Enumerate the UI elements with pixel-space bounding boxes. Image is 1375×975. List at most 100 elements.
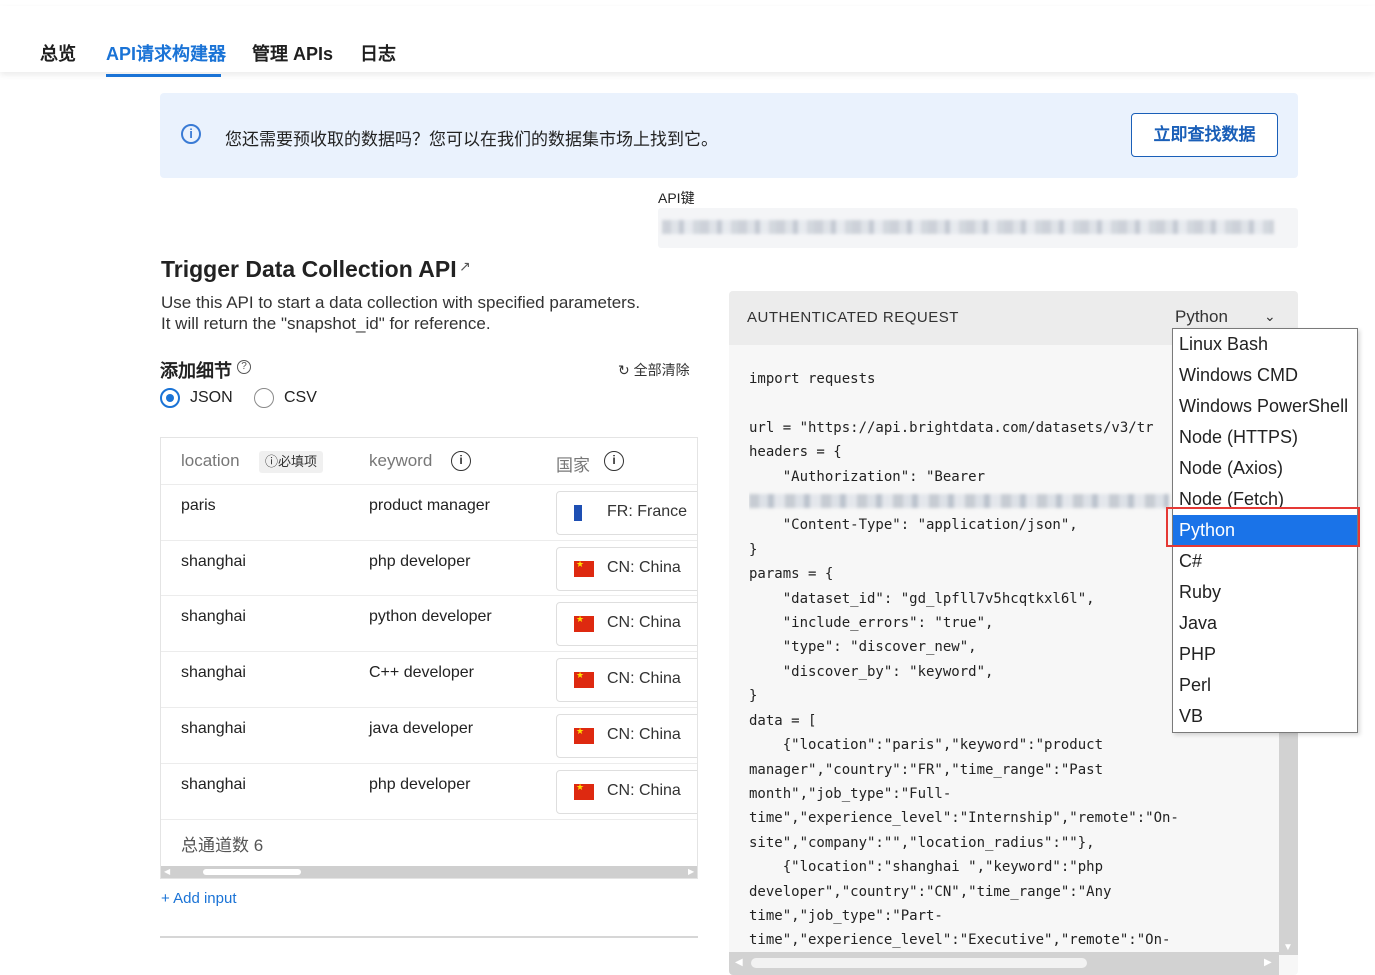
keyword-cell[interactable]: php developer (369, 553, 470, 571)
location-cell[interactable]: shanghai (181, 608, 246, 626)
code-line: manager","country":"FR","time_range":"Pa… (749, 761, 1104, 778)
country-value: FR: France (607, 503, 688, 520)
code-line: time","experience_level":"Executive","re… (749, 932, 1171, 949)
banner-message: 您还需要预收取的数据吗？您可以在我们的数据集市场上找到它。 (225, 130, 718, 149)
language-option-node-axios[interactable]: Node (Axios) (1173, 453, 1357, 484)
json-radio[interactable] (160, 388, 180, 408)
language-option-php[interactable]: PHP (1173, 639, 1357, 670)
code-line: "dataset_id": "gd_lpfll7v5hcqtkxl6l", (749, 590, 1095, 607)
input-table: location ⓘ必填项 keyword i 国家 i paris produ… (160, 437, 698, 879)
china-flag-icon (574, 726, 594, 744)
clear-all-button[interactable]: ↻ 全部清除 (618, 360, 690, 380)
scrollbar-thumb[interactable] (203, 869, 301, 875)
location-cell[interactable]: shanghai (181, 720, 246, 738)
code-line: "include_errors": "true", (749, 615, 994, 632)
china-flag-icon (574, 670, 594, 688)
china-flag-icon (574, 559, 594, 577)
country-value: CN: China (607, 614, 681, 631)
country-select[interactable]: CN: China (556, 658, 697, 702)
info-icon: i (181, 124, 201, 144)
clear-all-label: 全部清除 (633, 362, 690, 378)
tab-manage-apis[interactable]: 管理 APIs (252, 40, 333, 66)
language-option-csharp[interactable]: C# (1173, 546, 1357, 577)
keyword-cell[interactable]: product manager (369, 497, 490, 515)
china-flag-icon (574, 614, 594, 632)
country-select[interactable]: CN: China (556, 547, 697, 591)
tab-api-request-builder[interactable]: API请求构建器 (106, 40, 226, 66)
required-label: 必填项 (278, 454, 318, 469)
keyword-cell[interactable]: php developer (369, 776, 470, 794)
column-header-location: location (181, 451, 240, 470)
country-value: CN: China (607, 670, 681, 687)
table-row: paris product manager FR: France (161, 484, 697, 541)
add-input-button[interactable]: + Add input (161, 890, 236, 907)
keyword-cell[interactable]: C++ developer (369, 664, 474, 682)
description-line-1: Use this API to start a data collection … (161, 293, 641, 312)
location-cell[interactable]: shanghai (181, 664, 246, 682)
country-select[interactable]: CN: China (556, 714, 697, 758)
tab-overview[interactable]: 总览 (40, 40, 76, 66)
chevron-down-icon[interactable]: ⌄ (1264, 308, 1276, 325)
description-line-2: It will return the "snapshot_id" for ref… (161, 314, 491, 333)
scroll-right-icon[interactable]: ▶ (688, 866, 694, 878)
keyword-cell[interactable]: python developer (369, 608, 492, 626)
code-line: developer","country":"CN","time_range":"… (749, 883, 1112, 900)
help-icon[interactable]: ? (237, 360, 251, 374)
code-line: url = "https://api.brightdata.com/datase… (749, 419, 1154, 436)
language-option-windows-cmd[interactable]: Windows CMD (1173, 360, 1357, 391)
language-option-perl[interactable]: Perl (1173, 670, 1357, 701)
keyword-info-icon[interactable]: i (451, 451, 471, 471)
code-line: } (749, 688, 758, 705)
country-select[interactable]: CN: China (556, 602, 697, 646)
total-rows-count: 总通道数 6 (181, 836, 264, 855)
language-option-node-https[interactable]: Node (HTTPS) (1173, 422, 1357, 453)
scrollbar-thumb[interactable] (751, 958, 1087, 968)
tab-logs[interactable]: 日志 (360, 40, 396, 66)
france-flag-icon (574, 505, 594, 521)
code-line: month","job_type":"Full- (749, 785, 952, 802)
code-line: {"location":"shanghai ","keyword":"php (749, 859, 1104, 876)
code-line: "type": "discover_new", (749, 639, 977, 656)
api-key-field[interactable] (658, 208, 1298, 248)
api-key-label: API键 (658, 190, 695, 206)
external-link-icon[interactable]: ↗ (459, 258, 471, 275)
table-row: shanghai C++ developer CN: China (161, 651, 697, 708)
language-option-linux-bash[interactable]: Linux Bash (1173, 329, 1357, 360)
json-radio-label: JSON (190, 389, 233, 406)
country-select[interactable]: CN: China (556, 770, 697, 814)
find-data-button[interactable]: 立即查找数据 (1131, 113, 1278, 157)
code-line: data = [ (749, 712, 817, 729)
keyword-cell[interactable]: java developer (369, 720, 473, 738)
code-line: "discover_by": "keyword", (749, 663, 994, 680)
language-option-windows-powershell[interactable]: Windows PowerShell (1173, 391, 1357, 422)
scroll-down-icon[interactable]: ▼ (1283, 942, 1293, 953)
location-cell[interactable]: shanghai (181, 553, 246, 571)
code-horizontal-scrollbar[interactable]: ◀ ▶ (729, 952, 1279, 975)
column-header-country: 国家 (556, 456, 590, 475)
code-line: } (749, 541, 758, 558)
table-horizontal-scrollbar[interactable]: ◀ ▶ (161, 866, 697, 878)
table-row: shanghai python developer CN: China (161, 595, 697, 652)
language-select[interactable]: Python (1175, 307, 1228, 327)
authenticated-request-label: AUTHENTICATED REQUEST (747, 309, 959, 326)
selection-highlight-box (1166, 507, 1360, 547)
location-cell[interactable]: shanghai (181, 776, 246, 794)
country-select[interactable]: FR: France (556, 491, 697, 535)
active-tab-indicator (106, 74, 221, 77)
code-line: import requests (749, 371, 876, 387)
scroll-left-icon[interactable]: ◀ (735, 957, 743, 968)
country-value: CN: China (607, 782, 681, 799)
language-option-vb[interactable]: VB (1173, 701, 1357, 732)
location-cell[interactable]: paris (181, 497, 216, 515)
language-option-java[interactable]: Java (1173, 608, 1357, 639)
country-info-icon[interactable]: i (604, 451, 624, 471)
scroll-right-icon[interactable]: ▶ (1264, 957, 1272, 968)
language-option-ruby[interactable]: Ruby (1173, 577, 1357, 608)
table-row: shanghai php developer CN: China (161, 540, 697, 597)
scroll-left-icon[interactable]: ◀ (164, 866, 170, 878)
code-line: {"location":"paris","keyword":"product (749, 737, 1104, 754)
required-badge: ⓘ必填项 (259, 451, 324, 473)
code-line: headers = { (749, 444, 842, 461)
csv-radio-label: CSV (284, 389, 317, 406)
csv-radio[interactable] (254, 388, 274, 408)
